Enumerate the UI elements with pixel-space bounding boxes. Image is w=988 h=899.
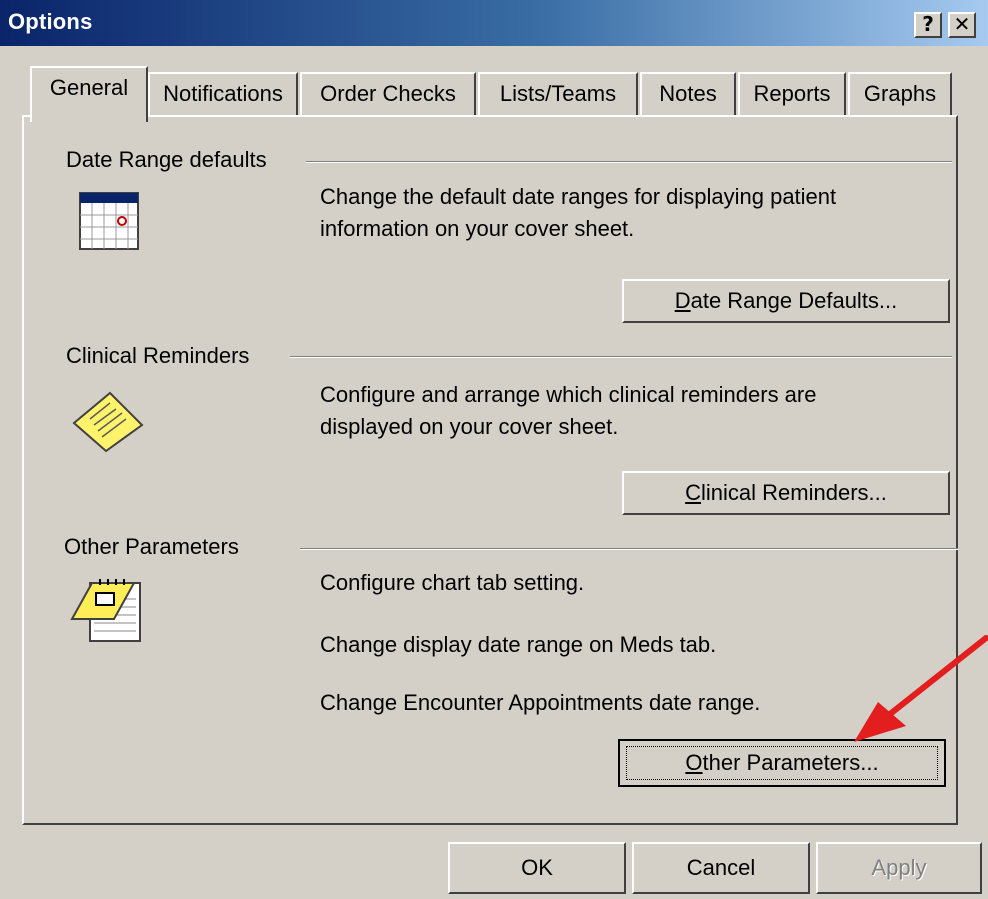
- date-range-section-title: Date Range defaults: [66, 147, 273, 173]
- tab-reports[interactable]: Reports: [738, 72, 846, 118]
- cancel-button[interactable]: Cancel: [632, 842, 810, 894]
- calendar-icon: [79, 192, 139, 250]
- tab-order-checks[interactable]: Order Checks: [300, 72, 476, 118]
- date-range-description: Change the default date ranges for displ…: [320, 184, 837, 241]
- other-parameters-line-1: Configure chart tab setting.: [320, 570, 585, 595]
- other-parameters-separator: [300, 548, 958, 550]
- general-tab-panel: Date Range defaults Change the default d…: [22, 115, 958, 825]
- window-title: Options: [8, 9, 93, 34]
- clinical-reminders-section-title: Clinical Reminders: [66, 343, 256, 369]
- other-parameters-line-3: Change Encounter Appointments date range…: [320, 690, 761, 715]
- other-parameters-section-title: Other Parameters: [64, 534, 245, 560]
- date-range-defaults-button[interactable]: Date Range Defaults...: [622, 279, 950, 323]
- close-icon: ✕: [953, 12, 971, 36]
- apply-button[interactable]: Apply: [816, 842, 982, 894]
- date-range-separator: [306, 161, 952, 163]
- tab-notes[interactable]: Notes: [640, 72, 736, 118]
- help-button[interactable]: ?: [914, 12, 942, 38]
- title-bar: Options ? ✕: [0, 0, 988, 46]
- clinical-reminders-button[interactable]: Clinical Reminders...: [622, 471, 950, 515]
- notepad-icon: [70, 579, 141, 642]
- clinical-reminders-description: Configure and arrange which clinical rem…: [320, 382, 817, 439]
- tab-strip: General Notifications Order Checks Lists…: [0, 46, 988, 122]
- annotation-arrow-icon: [854, 635, 988, 742]
- tab-graphs[interactable]: Graphs: [848, 72, 952, 118]
- ok-button[interactable]: OK: [448, 842, 626, 894]
- tab-lists-teams[interactable]: Lists/Teams: [478, 72, 638, 118]
- clinical-reminders-separator: [290, 356, 952, 358]
- tab-notifications[interactable]: Notifications: [148, 72, 298, 118]
- close-button[interactable]: ✕: [948, 12, 976, 38]
- other-parameters-line-2: Change display date range on Meds tab.: [320, 632, 717, 657]
- tab-general[interactable]: General: [30, 66, 148, 122]
- reminder-note-icon: [72, 391, 144, 453]
